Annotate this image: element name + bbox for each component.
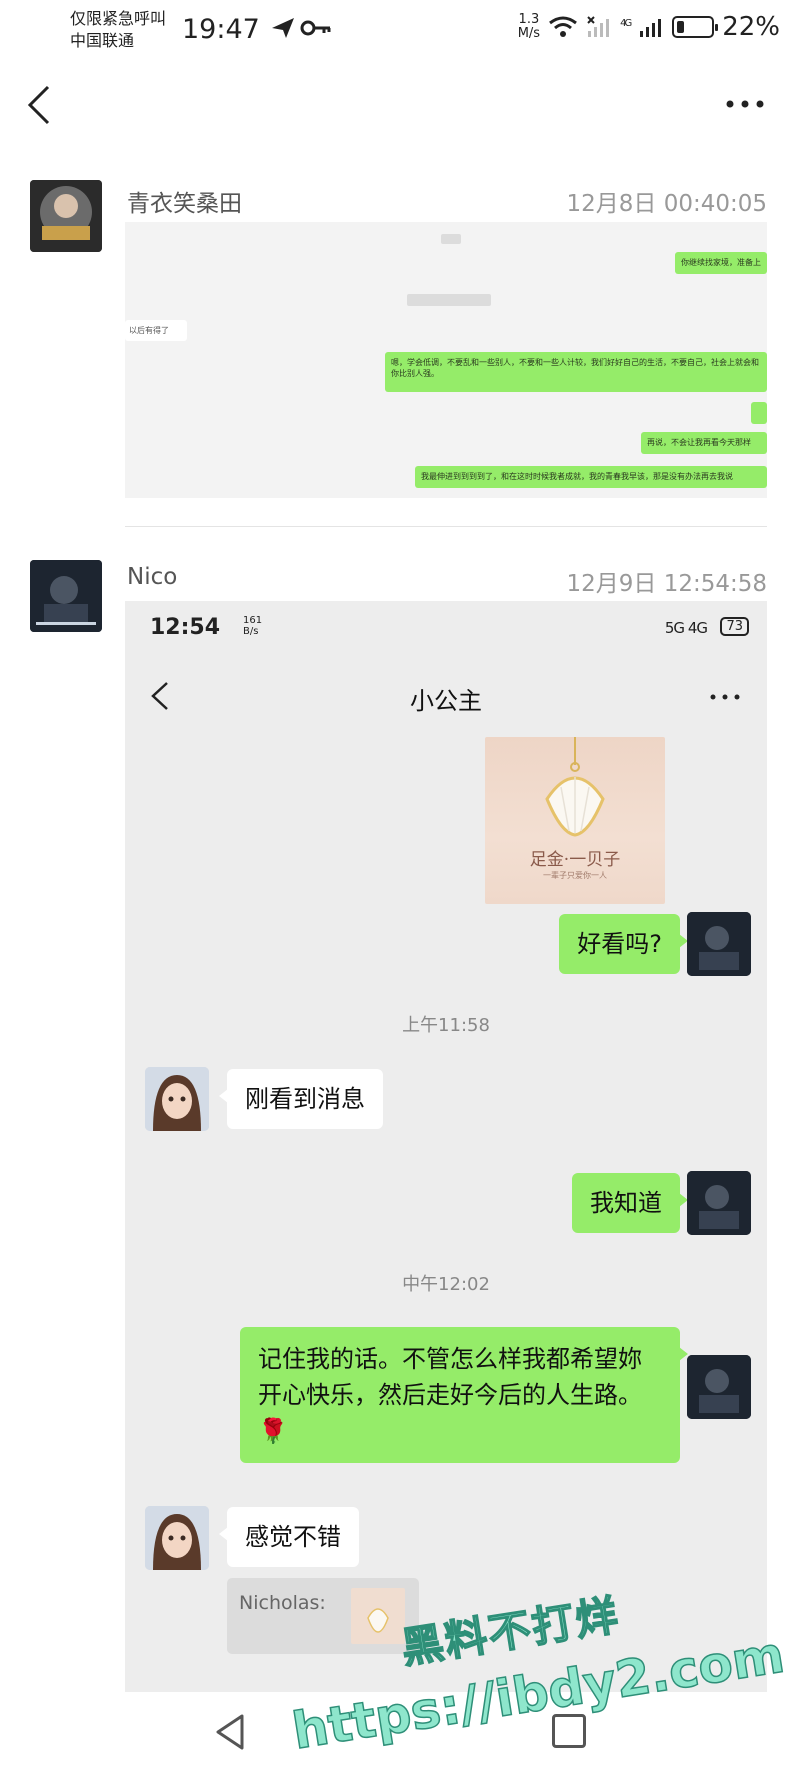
status-right-icons: 1.3 M/s 4G 22% xyxy=(518,12,780,42)
message-bubble-sent: 我知道 xyxy=(572,1173,688,1233)
inner-battery: 73 xyxy=(720,617,749,636)
poster-name[interactable]: Nico xyxy=(127,564,177,590)
chat-screenshot[interactable]: 你继续找家境，准备上 以后有得了 嗯，学会低调，不要乱和一些别人，不要和一些人计… xyxy=(125,222,767,498)
chat-bubble: 你继续找家境，准备上 xyxy=(675,252,767,274)
signal-muted-icon xyxy=(587,16,610,37)
location-key-icon xyxy=(272,18,331,38)
shell-pendant-icon xyxy=(545,737,605,837)
avatar-self xyxy=(687,1171,751,1235)
product-subtitle: 一辈子只爱你一人 xyxy=(543,871,607,880)
inner-nav: 小公主 xyxy=(125,665,767,727)
avatar-image-icon xyxy=(687,912,751,976)
avatar-self xyxy=(687,912,751,976)
more-dots-icon[interactable] xyxy=(720,89,770,119)
wifi-icon xyxy=(549,16,577,37)
inner-status-bar: 12:54 161 B/s 5G 4G 73 xyxy=(125,601,767,651)
avatar-self xyxy=(687,1355,751,1419)
top-nav xyxy=(0,75,800,135)
inner-time: 12:54 xyxy=(150,615,221,640)
square-home-icon[interactable] xyxy=(552,1714,586,1748)
chat-timestamp: 中午12:02 xyxy=(402,1274,490,1295)
quote-label: Nicholas: xyxy=(239,1592,326,1614)
time-chip xyxy=(441,234,461,244)
message-bubble-received: 刚看到消息 xyxy=(219,1069,383,1129)
system-nav-bar xyxy=(0,1700,800,1777)
poster-name[interactable]: 青衣笑桑田 xyxy=(127,184,242,218)
net-speed: 1.3 M/s xyxy=(517,12,541,41)
battery-icon xyxy=(672,16,719,38)
avatar-image-icon xyxy=(145,1506,209,1570)
avatar-contact xyxy=(145,1067,209,1131)
battery-percent: 22% xyxy=(722,12,780,42)
message-bubble-sent: 好看吗? xyxy=(559,914,688,974)
carrier-line2: 中国联通 xyxy=(70,31,135,50)
blurred-text xyxy=(407,294,491,306)
chat-screenshot[interactable]: 12:54 161 B/s 5G 4G 73 小公主 足金·一贝子 一辈子只爱你… xyxy=(125,601,767,1692)
post-time: 12月8日 00:40:05 xyxy=(566,191,767,217)
avatar-image-icon xyxy=(30,560,102,632)
chat-title: 小公主 xyxy=(410,687,482,715)
divider xyxy=(125,526,767,527)
battery-fill xyxy=(677,21,685,33)
carrier-info: 仅限紧急呼叫 中国联通 xyxy=(70,8,166,52)
chat-bubble: 嗯，学会低调，不要乱和一些别人，不要和一些人计较，我们好好自己的生活，不要自己，… xyxy=(385,352,767,392)
avatar-contact xyxy=(145,1506,209,1570)
chat-bubble-small xyxy=(751,402,767,424)
avatar-image-icon xyxy=(687,1171,751,1235)
status-time: 19:47 xyxy=(182,14,260,45)
avatar-image-icon xyxy=(145,1067,209,1131)
signal-icon xyxy=(640,19,662,37)
quote-thumbnail xyxy=(351,1588,405,1644)
inner-signal: 5G 4G xyxy=(664,619,708,637)
triangle-back-icon[interactable] xyxy=(212,1712,248,1752)
inner-net-speed: 161 B/s xyxy=(243,615,263,637)
shell-pendant-icon xyxy=(367,1608,389,1633)
quoted-message: Nicholas: xyxy=(227,1578,419,1654)
post-time: 12月9日 12:54:58 xyxy=(566,571,767,597)
chat-timestamp: 上午11:58 xyxy=(402,1015,490,1036)
avatar[interactable] xyxy=(30,560,102,632)
product-image: 足金·一贝子 一辈子只爱你一人 xyxy=(485,737,665,904)
chat-bubble: 我最伸进到到到到了，和在这时时候我者成就，我的青春我早该，那是没有办法再去我说 xyxy=(415,466,767,488)
avatar[interactable] xyxy=(30,180,102,252)
chat-bubble-left: 以后有得了 xyxy=(125,320,187,341)
status-left-icons xyxy=(270,16,332,46)
chat-bubble: 再说，不会让我再看今天那样 xyxy=(641,432,767,454)
message-bubble-received: 感觉不错 xyxy=(219,1507,359,1567)
avatar-image-icon xyxy=(30,180,102,252)
signal-type: 4G xyxy=(620,17,632,29)
avatar-image-icon xyxy=(687,1355,751,1419)
product-title: 足金·一贝子 xyxy=(529,850,621,870)
more-dots-icon xyxy=(710,694,740,700)
back-icon[interactable] xyxy=(20,81,60,129)
carrier-line1: 仅限紧急呼叫 xyxy=(70,9,167,28)
message-bubble-sent: 记住我的话。不管怎么样我都希望妳开心快乐，然后走好今后的人生路。🌹 xyxy=(240,1327,688,1463)
status-bar: 仅限紧急呼叫 中国联通 19:47 1.3 M/s 4G 22% xyxy=(0,0,800,60)
